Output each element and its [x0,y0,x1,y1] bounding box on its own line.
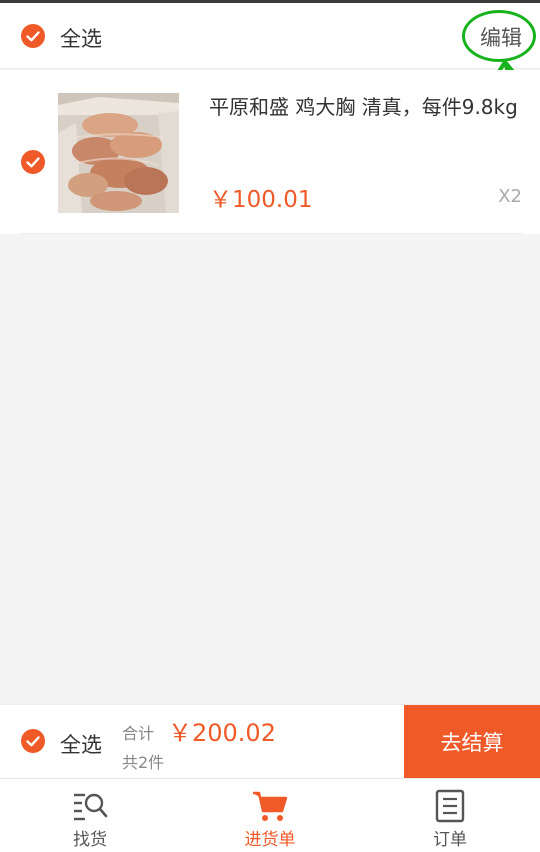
tab-label: 进货单 [244,830,296,850]
cart-header: 全选 编辑 [0,3,540,69]
tab-find-goods[interactable]: 找货 [0,779,180,852]
product-price: ￥100.01 [209,187,313,213]
cart-item: 平原和盛 鸡大胸 清真，每件9.8kg ￥100.01 X2 [0,70,540,234]
checkout-button[interactable]: 去结算 [404,705,540,779]
search-list-icon [74,793,108,821]
divider [20,233,522,234]
item-count: 共2件 [122,753,165,772]
checkmark-icon [26,31,40,42]
select-all-checkbox-bottom[interactable] [21,729,45,753]
product-image[interactable] [58,93,179,213]
item-checkbox[interactable] [21,150,45,174]
annotation-circle [462,10,536,62]
total-price: ￥200.02 [168,719,276,747]
order-icon [435,789,465,823]
tab-label: 订单 [433,830,467,850]
cart-icon [253,791,288,821]
select-all-label[interactable]: 全选 [60,23,102,53]
checkmark-icon [26,157,40,168]
tab-label: 找货 [73,830,107,850]
product-title[interactable]: 平原和盛 鸡大胸 清真，每件9.8kg [209,92,527,122]
tab-bar: 找货 进货单 订单 [0,778,540,852]
tab-orders[interactable]: 订单 [360,779,540,852]
checkmark-icon [26,736,40,747]
select-all-checkbox[interactable] [21,24,45,48]
product-quantity: X2 [498,186,522,207]
tab-cart[interactable]: 进货单 [180,779,360,852]
checkout-bar: 全选 合计 ￥200.02 共2件 去结算 [0,704,540,779]
total-label: 合计 [122,724,155,743]
select-all-label-bottom[interactable]: 全选 [60,729,102,759]
